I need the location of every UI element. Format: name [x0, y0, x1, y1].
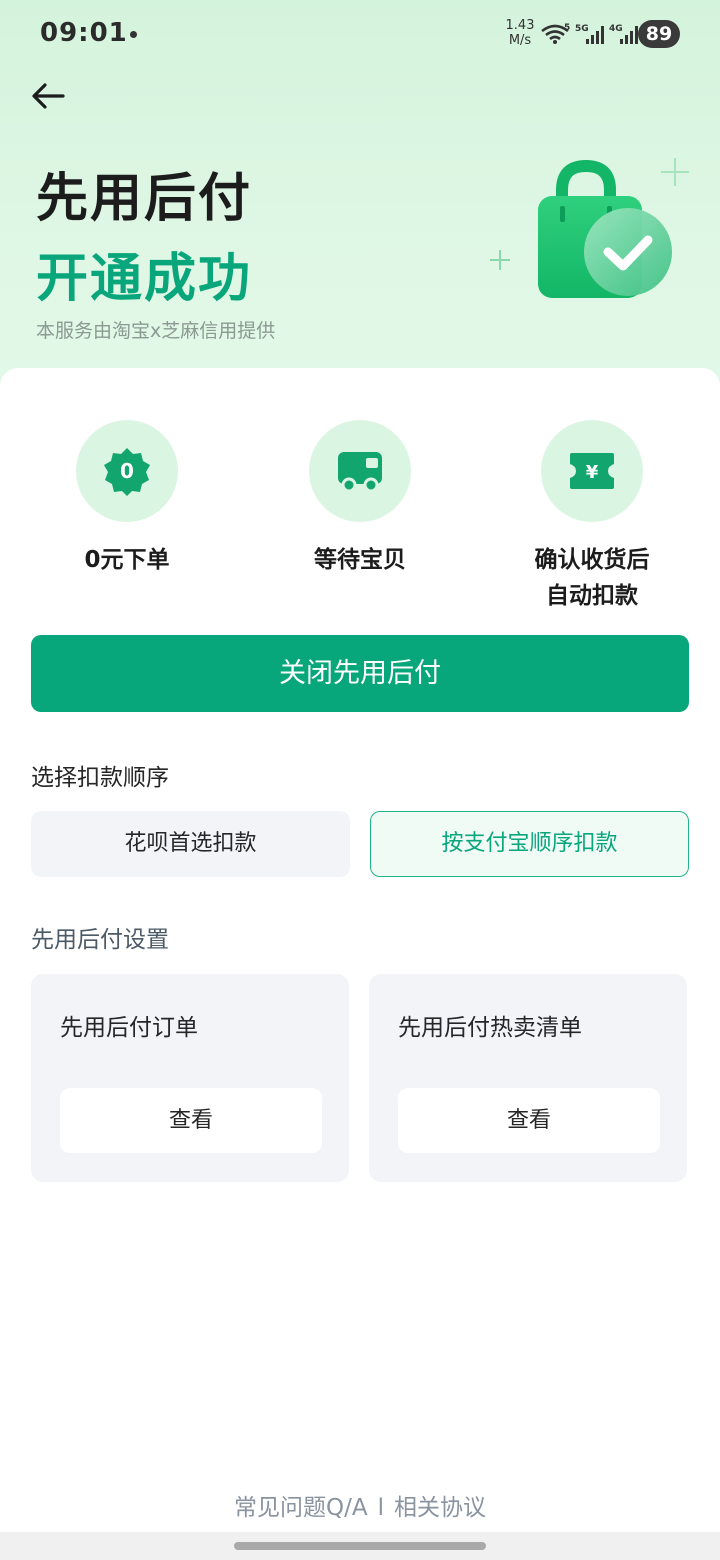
feature-icon-circle: ¥	[541, 420, 643, 522]
feature-icon-circle: 0	[76, 420, 178, 522]
back-button[interactable]	[26, 74, 70, 118]
network-speed-unit: M/s	[508, 33, 532, 48]
wifi-icon: 5	[541, 23, 570, 44]
status-time: 09:01	[40, 18, 128, 48]
signal-5g-icon: 5G	[575, 24, 604, 44]
card-title: 先用后付订单	[60, 1015, 198, 1041]
svg-text:¥: ¥	[586, 462, 599, 483]
feature-label-line: 确认收货后	[534, 547, 650, 573]
orders-card: 先用后付订单 查看	[31, 974, 349, 1182]
wifi-badge: 5	[564, 23, 570, 33]
sim2-label: 4G	[609, 24, 623, 34]
feature-auto-deduct: ¥ 确认收货后 自动扣款	[482, 420, 702, 614]
status-bar: 09:01 1.43 M/s 5 5G 4G 89	[0, 0, 720, 70]
feature-steps: 0 0元下单 等待宝贝 ¥ 确认收货后 自动扣款	[0, 420, 720, 620]
view-hot-list-button[interactable]: 查看	[398, 1088, 660, 1153]
settings-heading: 先用后付设置	[31, 927, 169, 953]
close-service-button[interactable]: 关闭先用后付	[31, 635, 689, 712]
shopping-bag-check-icon	[490, 158, 689, 298]
feature-label: 0元下单	[17, 542, 237, 578]
network-speed: 1.43 M/s	[502, 18, 538, 48]
feature-label-line: 等待宝贝	[314, 547, 406, 573]
status-title: 开通成功	[36, 249, 253, 309]
card-title: 先用后付热卖清单	[398, 1015, 582, 1041]
network-speed-value: 1.43	[505, 18, 535, 33]
main-panel: 0 0元下单 等待宝贝 ¥ 确认收货后 自动扣款 关闭先用后付 选择扣款顺序 花…	[0, 368, 720, 1560]
feature-label: 确认收货后 自动扣款	[482, 542, 702, 614]
hot-list-card: 先用后付热卖清单 查看	[369, 974, 687, 1182]
provider-note: 本服务由淘宝x芝麻信用提供	[36, 320, 276, 342]
yuan-ticket-icon: ¥	[570, 453, 614, 489]
option-huabei-first[interactable]: 花呗首选扣款	[31, 811, 350, 877]
footer-separator: l	[377, 1495, 384, 1521]
battery-level: 89	[638, 20, 680, 48]
zero-badge-icon: 0	[104, 448, 150, 496]
feature-label-line: 自动扣款	[546, 583, 638, 609]
feature-wait-goods: 等待宝贝	[250, 420, 470, 578]
home-indicator[interactable]	[234, 1542, 486, 1550]
view-orders-button[interactable]: 查看	[60, 1088, 322, 1153]
notification-dot-icon	[130, 31, 137, 38]
svg-text:0: 0	[120, 459, 134, 483]
option-alipay-order[interactable]: 按支付宝顺序扣款	[370, 811, 689, 877]
navigation-bar	[0, 1532, 720, 1560]
page-title: 先用后付	[36, 169, 253, 229]
agreement-link[interactable]: 相关协议	[394, 1495, 486, 1521]
feature-label: 等待宝贝	[250, 542, 470, 578]
footer-links: 常见问题Q/A l 相关协议	[0, 1488, 720, 1522]
sim1-label: 5G	[575, 24, 589, 34]
arrow-left-icon	[32, 83, 65, 109]
feature-zero-order: 0 0元下单	[17, 420, 237, 578]
signal-4g-icon: 4G	[609, 24, 638, 44]
feature-icon-circle	[309, 420, 411, 522]
truck-icon	[338, 452, 382, 492]
faq-link[interactable]: 常见问题Q/A	[234, 1495, 368, 1521]
feature-label-line: 0元下单	[84, 547, 170, 573]
status-icons: 5 5G 4G	[540, 20, 640, 48]
payment-order-heading: 选择扣款顺序	[31, 765, 169, 791]
